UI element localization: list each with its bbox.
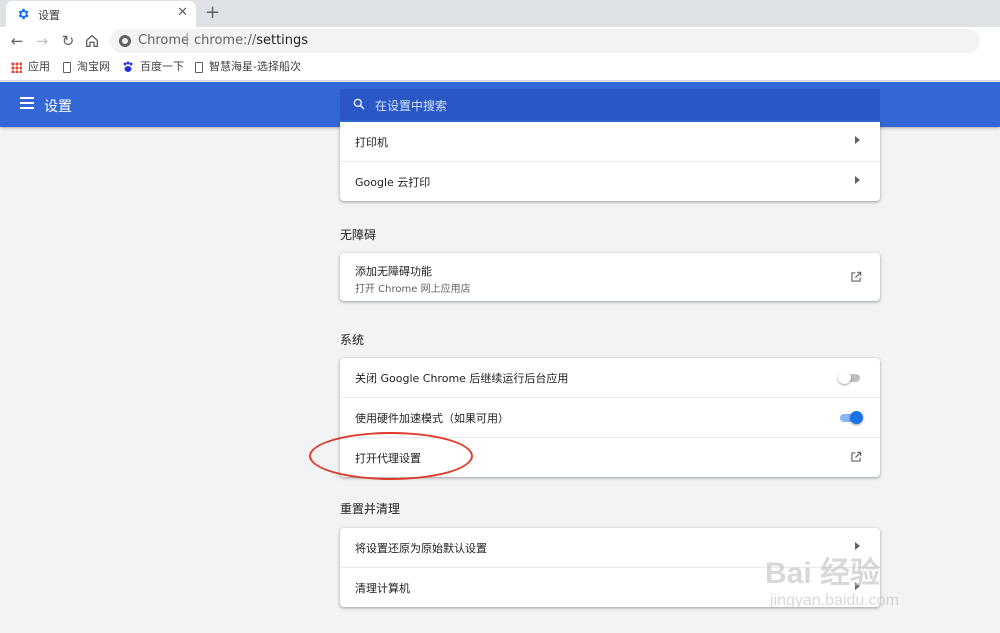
hardware-acceleration-row[interactable]: 使用硬件加速模式（如果可用） [340, 397, 880, 437]
page-title: 设置 [44, 99, 72, 115]
baidu-paw-icon [123, 61, 133, 72]
add-accessibility-features-row[interactable]: 添加无障碍功能 打开 Chrome 网上应用店 [340, 253, 880, 301]
home-icon[interactable] [84, 33, 100, 49]
address-bar[interactable]: Chrome | chrome://settings [110, 29, 980, 53]
url-scheme: chrome:// [194, 33, 257, 48]
omnibox-host: Chrome [138, 33, 189, 48]
row-label: 清理计算机 [355, 582, 410, 595]
search-icon [353, 98, 365, 110]
bookmark-apps[interactable]: 应用 [11, 60, 50, 76]
open-external-icon [851, 451, 862, 462]
printing-card: 打印机 Google 云打印 [340, 122, 880, 201]
settings-gear-icon [18, 8, 29, 20]
settings-header: 设置 在设置中搜索 [0, 82, 1000, 127]
row-label: 添加无障碍功能 [355, 265, 432, 278]
hamburger-menu-icon[interactable] [20, 97, 34, 109]
row-label: Google 云打印 [355, 176, 431, 189]
row-label: 打印机 [355, 136, 388, 149]
tab-close-icon[interactable]: ✕ [177, 5, 188, 20]
bookmark-label: 淘宝网 [77, 60, 110, 73]
baidu-watermark: Bai 经验 [765, 557, 881, 590]
forward-icon[interactable]: → [33, 32, 51, 50]
reload-icon[interactable]: ↻ [59, 32, 77, 50]
chevron-right-icon [855, 176, 860, 184]
bookmark-label: 智慧海星-选择船次 [209, 60, 301, 73]
hardware-acceleration-toggle[interactable] [838, 411, 863, 424]
accessibility-section-title: 无障碍 [340, 228, 377, 242]
bookmark-taobao[interactable]: 淘宝网 [63, 60, 110, 76]
background-apps-row[interactable]: 关闭 Google Chrome 后继续运行后台应用 [340, 358, 880, 397]
url-path: settings [256, 33, 309, 48]
bookmark-label: 百度一下 [140, 60, 184, 73]
search-placeholder: 在设置中搜索 [375, 99, 448, 113]
baidu-watermark-url: jingyan.baidu.com [770, 592, 899, 609]
bookmark-zhihui[interactable]: 智慧海星-选择船次 [195, 60, 301, 76]
tab-settings[interactable]: 设置 ✕ [6, 1, 196, 27]
browser-toolbar: ← → ↻ Chrome | chrome://settings [0, 27, 1000, 55]
row-label: 使用硬件加速模式（如果可用） [355, 412, 509, 425]
row-label: 将设置还原为原始默认设置 [355, 542, 487, 555]
bookmark-baidu[interactable]: 百度一下 [122, 60, 184, 76]
open-external-icon [851, 271, 862, 282]
back-icon[interactable]: ← [8, 32, 26, 50]
bookmarks-bar: 应用 淘宝网 百度一下 智慧海星-选择船次 [0, 55, 1000, 81]
google-cloud-print-row[interactable]: Google 云打印 [340, 161, 880, 201]
accessibility-card: 添加无障碍功能 打开 Chrome 网上应用店 [340, 253, 880, 301]
tab-title: 设置 [38, 9, 60, 22]
page-icon [63, 61, 71, 73]
new-tab-icon[interactable]: + [205, 2, 220, 23]
system-section-title: 系统 [340, 333, 365, 347]
tab-strip: 设置 ✕ + [0, 0, 1000, 27]
page-icon [195, 61, 203, 73]
omnibox-url: chrome://settings [194, 33, 308, 48]
reset-section-title: 重置并清理 [340, 502, 401, 516]
omnibox-separator: | [185, 32, 190, 47]
row-label: 关闭 Google Chrome 后继续运行后台应用 [355, 372, 569, 385]
row-sublabel: 打开 Chrome 网上应用店 [355, 284, 471, 295]
printers-row[interactable]: 打印机 [340, 122, 880, 161]
apps-grid-icon [11, 61, 22, 73]
annotation-ellipse [309, 432, 473, 480]
bookmark-label: 应用 [28, 60, 50, 73]
background-apps-toggle[interactable] [838, 371, 862, 384]
chevron-right-icon [855, 136, 860, 144]
chrome-site-icon [119, 35, 131, 47]
settings-search-input[interactable]: 在设置中搜索 [340, 89, 880, 120]
